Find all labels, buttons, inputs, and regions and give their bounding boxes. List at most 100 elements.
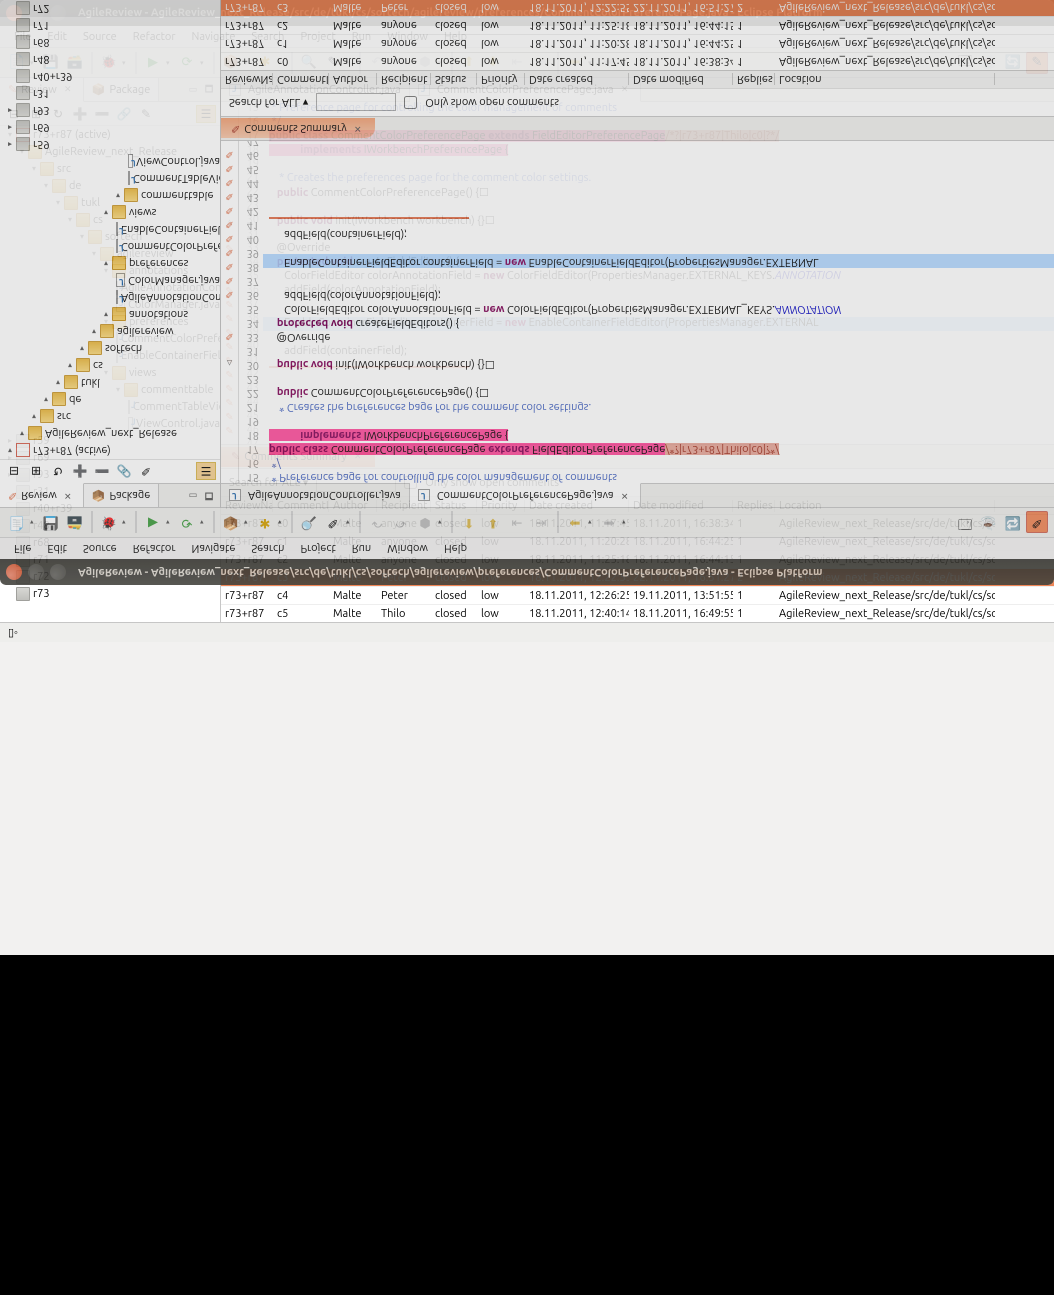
- next-annotation-icon[interactable]: ⬇: [482, 512, 504, 534]
- maximize-view-icon[interactable]: 🗖: [202, 489, 216, 503]
- new-package-icon[interactable]: 📦: [220, 512, 242, 534]
- tree-node-review[interactable]: r72: [0, 0, 220, 17]
- tree-node-active-review[interactable]: ▾r73+r87 (active): [0, 442, 220, 459]
- debug-icon[interactable]: 🐞: [98, 512, 120, 534]
- tree-file[interactable]: EnableContainerFieldEditor.java: [0, 221, 220, 238]
- mark-icon[interactable]: ✎: [322, 512, 344, 534]
- tree-file[interactable]: AgileAnnotationController.java: [0, 289, 220, 306]
- column-header[interactable]: Author: [329, 74, 377, 86]
- menu-run[interactable]: Run: [344, 540, 379, 558]
- close-window-button[interactable]: [6, 564, 22, 580]
- review-view-tab[interactable]: ✎Review✕: [0, 483, 84, 507]
- table-row[interactable]: r73+r87c1Malteanyoneclosedlow18.11.2011,…: [221, 34, 1054, 52]
- run-last-icon[interactable]: ⟳: [176, 512, 198, 534]
- filter-icon[interactable]: ☰: [196, 463, 216, 481]
- table-row[interactable]: r73+r87c0Malteanyoneclosedlow18.11.2011,…: [221, 52, 1054, 70]
- maximize-window-button[interactable]: [50, 564, 66, 580]
- column-header[interactable]: CommentID: [273, 74, 329, 86]
- menu-refactor[interactable]: Refactor: [125, 540, 184, 558]
- column-header[interactable]: Status: [431, 74, 477, 86]
- tree-node-commenttable[interactable]: ▾commenttable: [0, 187, 220, 204]
- minimize-view-icon[interactable]: ▭: [186, 489, 200, 503]
- tree-node-review[interactable]: r48: [0, 51, 220, 68]
- team-sync-perspective-icon[interactable]: 🔄: [1002, 512, 1024, 534]
- collapse-all-icon[interactable]: ⊟: [4, 463, 24, 481]
- save-all-icon[interactable]: 🗃️: [64, 512, 86, 534]
- table-row[interactable]: r73+r87c4MaltePeterclosedlow18.11.2011, …: [221, 587, 1054, 605]
- menu-help[interactable]: Help: [436, 540, 475, 558]
- table-row[interactable]: r73+r87c5MalteThiloclosedlow18.11.2011, …: [221, 605, 1054, 622]
- tree-node-review[interactable]: ▸r93: [0, 102, 220, 119]
- close-tab-icon[interactable]: ✕: [61, 489, 75, 503]
- menu-source[interactable]: Source: [75, 540, 125, 558]
- search-input[interactable]: [316, 94, 396, 112]
- tree-node-review[interactable]: r73: [0, 585, 220, 602]
- refresh-icon[interactable]: ↻: [48, 463, 68, 481]
- menu-project[interactable]: Project: [292, 540, 343, 558]
- search-label[interactable]: Search for ALL ▾: [229, 96, 308, 109]
- tree-node-project[interactable]: ▾AgileReview_next_Release: [0, 425, 220, 442]
- prev-annotation-icon[interactable]: ⬆: [458, 512, 480, 534]
- comments-table[interactable]: ReviewNaCommentIDAuthorRecipientStatusPr…: [221, 0, 1054, 88]
- agilereview-perspective-icon[interactable]: ✎: [1026, 512, 1048, 534]
- comments-summary-tab[interactable]: ✎Comments Summary✕: [221, 119, 375, 139]
- tree-node-review[interactable]: r68: [0, 34, 220, 51]
- add-review-icon[interactable]: ➕: [70, 463, 90, 481]
- edit-icon[interactable]: ✎: [136, 463, 156, 481]
- open-perspective-icon[interactable]: 🗔: [954, 512, 976, 534]
- tree-node-preferences[interactable]: ▾preferences: [0, 255, 220, 272]
- java-perspective-icon[interactable]: ☕: [978, 512, 1000, 534]
- column-header[interactable]: ReviewNa: [221, 74, 273, 86]
- tree-node-de[interactable]: ▾de: [0, 391, 220, 408]
- menu-navigate[interactable]: Navigate: [184, 540, 244, 558]
- history-forward-icon[interactable]: ➡: [598, 512, 620, 534]
- link-icon[interactable]: 🔗: [114, 463, 134, 481]
- editor-tab-active[interactable]: CommentColorPreferencePage.java✕: [410, 483, 641, 507]
- tree-node-tukl[interactable]: ▾tukl: [0, 374, 220, 391]
- tree-node-views[interactable]: ▾views: [0, 204, 220, 221]
- tree-node-annotations[interactable]: ▾annotations: [0, 306, 220, 323]
- prev-edit-icon[interactable]: ⇤: [506, 512, 528, 534]
- close-tab-icon[interactable]: ✕: [618, 489, 632, 503]
- only-open-checkbox[interactable]: [404, 96, 417, 109]
- tree-node-softech[interactable]: ▾softech: [0, 340, 220, 357]
- tree-node-review[interactable]: r31: [0, 85, 220, 102]
- next-edit-icon[interactable]: ⇥: [530, 512, 552, 534]
- open-type-icon[interactable]: ✱: [254, 512, 276, 534]
- tree-node-src[interactable]: ▾src: [0, 408, 220, 425]
- forward-icon[interactable]: ↷: [390, 512, 412, 534]
- tree-node-review[interactable]: r40+r39: [0, 68, 220, 85]
- review-tree[interactable]: ▾r73+r87 (active) ▾AgileReview_next_Rele…: [0, 0, 220, 459]
- expand-all-icon[interactable]: ⊞: [26, 463, 46, 481]
- menu-file[interactable]: File: [6, 540, 39, 558]
- column-header[interactable]: Replies: [733, 74, 775, 86]
- remove-review-icon[interactable]: ➖: [92, 463, 112, 481]
- table-row[interactable]: r73+r87c3MaltePeterclosedlow18.11.2011, …: [221, 0, 1054, 16]
- tree-file[interactable]: CommentTableView.java: [0, 170, 220, 187]
- tree-file[interactable]: ColorManager.java: [0, 272, 220, 289]
- search-icon[interactable]: 🔍: [298, 512, 320, 534]
- new-icon[interactable]: 📄: [6, 512, 28, 534]
- run-icon[interactable]: ▶: [142, 512, 164, 534]
- save-icon[interactable]: 💾: [40, 512, 62, 534]
- history-back-icon[interactable]: ⬅: [564, 512, 586, 534]
- tree-node-review[interactable]: r71: [0, 17, 220, 34]
- tree-node-cs[interactable]: ▾cs: [0, 357, 220, 374]
- minimize-window-button[interactable]: [28, 564, 44, 580]
- nav-icon[interactable]: ⬢: [414, 512, 436, 534]
- back-icon[interactable]: ↶: [366, 512, 388, 534]
- menu-edit[interactable]: Edit: [39, 540, 75, 558]
- table-row[interactable]: r73+r87c2Malteanyoneclosedlow18.11.2011,…: [221, 16, 1054, 34]
- package-view-tab[interactable]: 📦Package: [84, 484, 160, 507]
- column-header[interactable]: Location: [775, 74, 995, 86]
- column-header[interactable]: Date created: [525, 74, 629, 86]
- menu-window[interactable]: Window: [379, 540, 436, 558]
- code-editor[interactable]: ▵✎✎✎✎✎✎✎✎✎✎✎✎ 15161718192122233031333435…: [221, 141, 1054, 483]
- tree-file[interactable]: ViewControl.java: [0, 153, 220, 170]
- close-tab-icon[interactable]: ✕: [351, 122, 365, 136]
- tree-file[interactable]: CommentColorPreferencePage.java: [0, 238, 220, 255]
- column-header[interactable]: Priority: [477, 74, 525, 86]
- column-header[interactable]: Date modified: [629, 74, 733, 86]
- tree-node-agilereview[interactable]: ▾agilereview: [0, 323, 220, 340]
- tree-node-review[interactable]: ▸r59: [0, 136, 220, 153]
